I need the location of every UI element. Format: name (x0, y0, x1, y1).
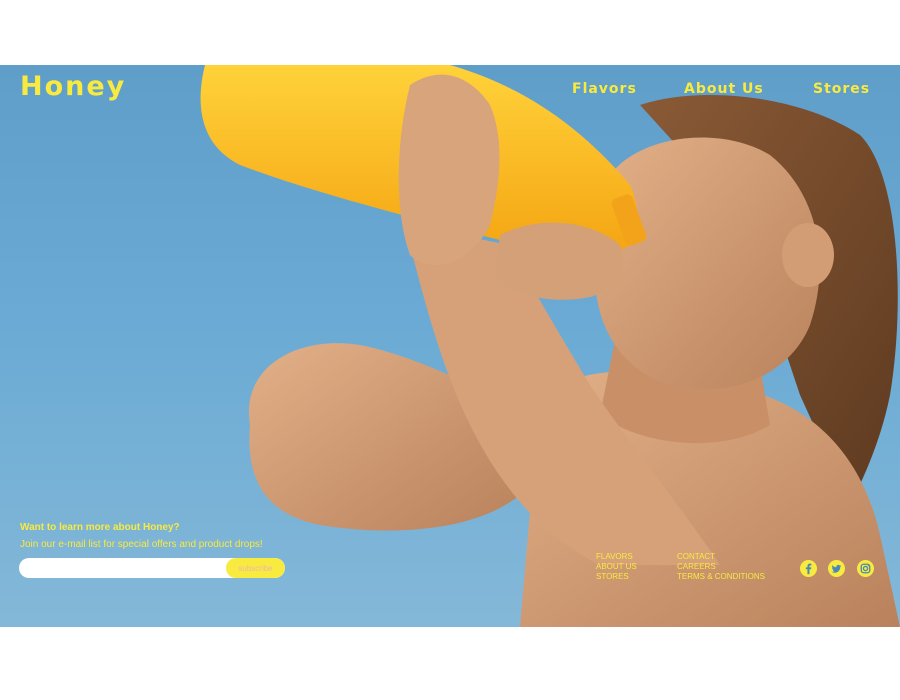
footer-link-contact[interactable]: CONTACT (677, 552, 765, 562)
subscribe-form: subscribe (19, 558, 285, 578)
footer-links-secondary: CONTACT CAREERS TERMS & CONDITIONS (677, 552, 765, 582)
twitter-icon[interactable] (828, 560, 845, 577)
newsletter-heading: Want to learn more about Honey? (20, 522, 180, 533)
footer-link-about-us[interactable]: ABOUT US (596, 562, 637, 572)
instagram-icon[interactable] (857, 560, 874, 577)
nav-flavors[interactable]: Flavors (572, 81, 637, 97)
email-input[interactable] (19, 558, 224, 578)
newsletter-subheading: Join our e-mail list for special offers … (20, 539, 263, 550)
nav-about-us[interactable]: About Us (684, 81, 764, 97)
footer-link-careers[interactable]: CAREERS (677, 562, 765, 572)
hero-banner: Honey Flavors About Us Stores Want to le… (0, 65, 900, 627)
footer-link-stores[interactable]: STORES (596, 572, 637, 582)
footer-link-terms[interactable]: TERMS & CONDITIONS (677, 572, 765, 582)
facebook-icon[interactable] (800, 560, 817, 577)
footer-links-primary: FLAVORS ABOUT US STORES (596, 552, 637, 582)
nav-stores[interactable]: Stores (813, 81, 870, 97)
brand-logo[interactable]: Honey (20, 71, 126, 102)
subscribe-button[interactable]: subscribe (226, 558, 285, 578)
footer-link-flavors[interactable]: FLAVORS (596, 552, 637, 562)
